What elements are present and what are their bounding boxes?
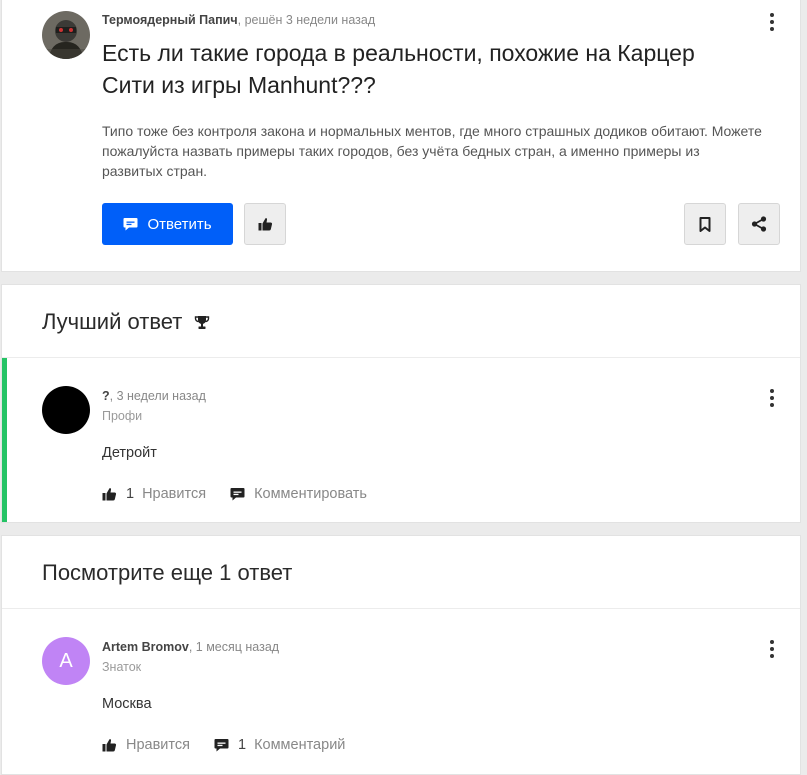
answer-comment-button[interactable]: 1 Комментарий	[214, 737, 345, 753]
best-answer-author-name[interactable]: ?	[102, 389, 110, 403]
answer-comment-label: Комментарий	[254, 737, 346, 753]
question-author-name[interactable]: Термоядерный Папич	[102, 13, 238, 27]
question-meta: Термоядерный Папич, решён 3 недели назад	[102, 13, 375, 27]
answer-time: , 1 месяц назад	[188, 640, 280, 654]
answer-text: Москва	[102, 696, 152, 712]
more-answers-title: Посмотрите еще 1 ответ	[42, 560, 293, 585]
like-question-button[interactable]	[244, 203, 286, 245]
section-divider	[2, 357, 800, 358]
answer-author-avatar[interactable]: A	[42, 637, 90, 685]
best-answer-text: Детройт	[102, 445, 157, 461]
thumbs-up-icon	[102, 487, 117, 501]
question-status: , решён 3 недели назад	[237, 13, 376, 27]
best-answer-menu-button[interactable]	[766, 389, 778, 407]
thumbs-up-icon	[258, 217, 273, 231]
question-title: Есть ли такие города в реальности, похож…	[102, 40, 695, 98]
reply-button-label: Ответить	[147, 215, 212, 233]
best-answer-title: Лучший ответ	[42, 309, 183, 334]
best-answer-like-count: 1	[126, 486, 135, 502]
answer-like-label: Нравится	[126, 737, 190, 753]
share-icon	[751, 216, 767, 232]
answer-menu-button[interactable]	[766, 640, 778, 658]
best-answer-accent-bar	[2, 358, 7, 522]
answer-author-rank: Знаток	[102, 660, 142, 674]
best-answer-author-rank: Профи	[102, 409, 143, 423]
best-answer-author-avatar[interactable]	[42, 386, 90, 434]
chat-icon	[123, 217, 138, 231]
more-answers-heading: Посмотрите еще 1 ответ	[42, 560, 292, 586]
answer-comment-count: 1	[237, 737, 247, 753]
best-answer-meta: ?, 3 недели назад	[102, 389, 206, 403]
trophy-icon	[194, 315, 210, 330]
question-author-avatar[interactable]	[42, 11, 90, 59]
comment-icon	[230, 487, 245, 501]
best-answer-like-label: Нравится	[142, 486, 207, 502]
question-card: Термоядерный Папич, решён 3 недели назад…	[1, 0, 801, 272]
best-answer-heading: Лучший ответ	[42, 309, 210, 335]
share-button[interactable]	[738, 203, 780, 245]
answer-author-name[interactable]: Artem Bromov	[102, 640, 189, 654]
avatar-letter: A	[59, 649, 73, 672]
answer-actions: Нравится 1 Комментарий	[102, 737, 345, 753]
bookmark-icon	[699, 216, 711, 232]
question-body: Типо тоже без контроля закона и нормальн…	[102, 123, 762, 179]
question-menu-button[interactable]	[766, 13, 778, 31]
best-answer-actions: 1 Нравится Комментировать	[102, 486, 367, 502]
thumbs-up-icon	[102, 738, 117, 752]
answer-meta: Artem Bromov, 1 месяц назад	[102, 640, 279, 654]
best-answer-card: Лучший ответ ?, 3 недели назад Профи Дет…	[1, 284, 801, 523]
best-answer-like-button[interactable]: 1 Нравится	[102, 486, 206, 502]
section-divider	[2, 608, 800, 609]
bookmark-button[interactable]	[684, 203, 726, 245]
more-answers-card: Посмотрите еще 1 ответ A Artem Bromov, 1…	[1, 535, 801, 775]
comment-icon	[214, 738, 229, 752]
answer-like-button[interactable]: Нравится	[102, 737, 190, 753]
best-answer-comment-label: Комментировать	[254, 486, 367, 502]
reply-button[interactable]: Ответить	[102, 203, 233, 245]
best-answer-comment-button[interactable]: Комментировать	[230, 486, 367, 502]
best-answer-time: , 3 недели назад	[109, 389, 206, 403]
